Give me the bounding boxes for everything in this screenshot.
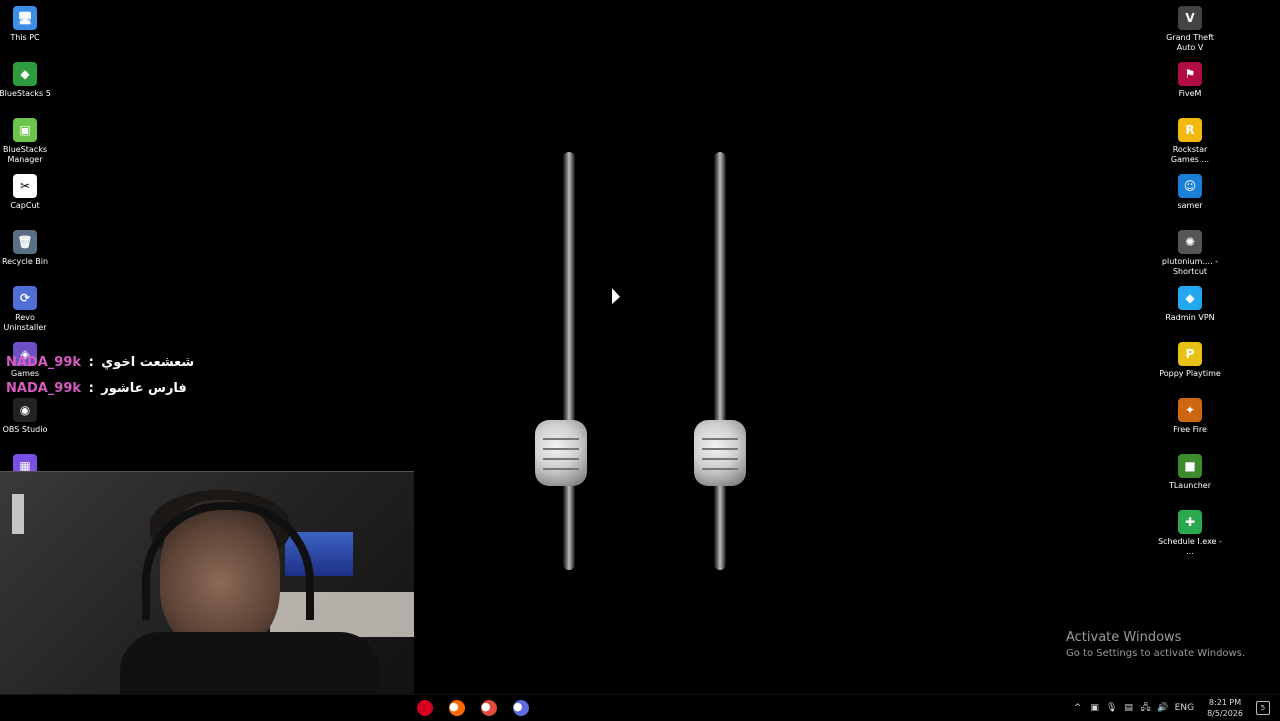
app-partial-icon [417, 700, 433, 716]
taskbar-app-app-partial[interactable] [414, 697, 436, 719]
clock[interactable]: 8:21 PM 8/5/2026 [1207, 697, 1243, 719]
chat-separator: : [88, 381, 94, 396]
chat-overlay: NADA_99k : شعشعت اخوي NADA_99k : فارس عا… [6, 350, 194, 402]
system-tray: ^ ▣ 🎙 ▤ 🖧 🔊 ENG 8:21 PM 8/5/2026 5 [1073, 695, 1270, 721]
desktop-icon-image: 🗑 [13, 230, 37, 254]
desktop-icon-label: Recycle Bin [1, 257, 49, 266]
taskbar-app-chrome-profile[interactable]: ● [510, 697, 532, 719]
activate-windows-watermark: Activate Windows Go to Settings to activ… [1066, 630, 1245, 659]
desktop-icon-image: ◆ [1178, 286, 1202, 310]
tray-device-icon[interactable]: ▤ [1124, 703, 1134, 713]
desktop-icon-image: ✦ [1178, 398, 1202, 422]
chat-user: NADA_99k [6, 381, 82, 396]
desktop-icon-image: ◆ [13, 62, 37, 86]
desktop-icon-right-0[interactable]: V Grand Theft Auto V [1158, 6, 1222, 53]
desktop-icon-right-8[interactable]: ■ TLauncher [1158, 454, 1222, 491]
desktop-icon-left-2[interactable]: ▣ BlueStacks Manager [0, 118, 57, 165]
desktop-icon-label: plutonium.... - Shortcut [1161, 257, 1219, 276]
chat-text: شعشعت اخوي [101, 355, 195, 370]
desktop-icon-image: ✚ [1178, 510, 1202, 534]
wallpaper-bar-left [563, 152, 575, 570]
taskbar-app-color-app[interactable]: ● [446, 697, 468, 719]
wall-poster [12, 494, 24, 534]
taskbar-app-chrome[interactable]: ● [478, 697, 500, 719]
desktop-icon-image: ⚑ [1178, 62, 1202, 86]
desktop-icon-image: ■ [1178, 454, 1202, 478]
tray-app-icon[interactable]: ▣ [1090, 703, 1100, 713]
desktop-icon-label: Free Fire [1173, 425, 1207, 434]
desktop-icon-left-4[interactable]: 🗑 Recycle Bin [0, 230, 57, 267]
chat-separator: : [88, 355, 94, 370]
desktop-icon-image: P [1178, 342, 1202, 366]
webcam-feed [0, 471, 414, 695]
desktop-icon-label: FiveM [1178, 89, 1202, 98]
language-indicator[interactable]: ENG [1175, 703, 1194, 713]
notification-center-icon[interactable]: 5 [1256, 701, 1270, 715]
desktop-icon-label: BlueStacks Manager [2, 145, 48, 164]
desktop-icon-label: Grand Theft Auto V [1166, 33, 1214, 52]
notification-count: 5 [1260, 704, 1266, 712]
desktop-icon-image: ☺ [1178, 174, 1202, 198]
desktop-icon-right-5[interactable]: ◆ Radmin VPN [1158, 286, 1222, 323]
network-icon[interactable]: 🖧 [1141, 703, 1151, 713]
chrome-icon: ● [481, 700, 497, 716]
desktop-icon-label: Schedule I.exe - ... [1158, 537, 1222, 556]
clock-time: 8:21 PM [1208, 698, 1242, 707]
desktop-icon-label: Rockstar Games ... [1170, 145, 1210, 164]
taskbar: ● ● ● ^ ▣ 🎙 ▤ 🖧 🔊 ENG 8:21 PM 8/5/2026 5 [0, 694, 1280, 721]
chat-message: NADA_99k : فارس عاشور [6, 376, 194, 402]
chat-text: فارس عاشور [101, 381, 187, 396]
desktop-icon-label: Poppy Playtime [1159, 369, 1221, 378]
desktop: 🖥 This PC ◆ BlueStacks 5 ▣ BlueStacks Manager… [0, 0, 1280, 695]
desktop-icon-left-7[interactable]: ◉ OBS Studio [0, 398, 57, 435]
color-app-icon: ● [449, 700, 465, 716]
desktop-icon-image: 🖥 [13, 6, 37, 30]
desktop-icon-label: CapCut [10, 201, 40, 210]
wallpaper-hand-left [535, 420, 587, 486]
tray-overflow-chevron-icon[interactable]: ^ [1073, 703, 1083, 713]
desktop-icon-image: ⟳ [13, 286, 37, 310]
desktop-icon-left-3[interactable]: ✂ CapCut [0, 174, 57, 211]
mouse-cursor [612, 288, 620, 308]
desktop-icon-right-7[interactable]: ✦ Free Fire [1158, 398, 1222, 435]
desktop-icon-label: samer [1177, 201, 1203, 210]
desktop-icon-right-6[interactable]: P Poppy Playtime [1158, 342, 1222, 379]
desktop-icon-image: R [1178, 118, 1202, 142]
taskbar-apps: ● ● ● [414, 695, 532, 721]
desktop-icon-left-0[interactable]: 🖥 This PC [0, 6, 57, 43]
desktop-icon-label: BlueStacks 5 [0, 89, 51, 98]
desktop-icon-image: V [1178, 6, 1202, 30]
clock-date: 8/5/2026 [1207, 709, 1243, 718]
desktop-icon-image: ✂ [13, 174, 37, 198]
microphone-icon[interactable]: 🎙 [1106, 703, 1117, 713]
desktop-icon-right-1[interactable]: ⚑ FiveM [1158, 62, 1222, 99]
desktop-icon-right-9[interactable]: ✚ Schedule I.exe - ... [1158, 510, 1222, 557]
activate-subtitle: Go to Settings to activate Windows. [1066, 648, 1246, 659]
desktop-icon-left-1[interactable]: ◆ BlueStacks 5 [0, 62, 57, 99]
desktop-icon-label: Revo Uninstaller [3, 313, 47, 332]
desktop-icon-label: OBS Studio [2, 425, 48, 434]
chat-user: NADA_99k [6, 355, 82, 370]
chat-message: NADA_99k : شعشعت اخوي [6, 350, 194, 376]
desktop-icon-right-2[interactable]: R Rockstar Games ... [1158, 118, 1222, 165]
wallpaper-hand-right [694, 420, 746, 486]
desktop-icon-right-3[interactable]: ☺ samer [1158, 174, 1222, 211]
person-shirt [120, 632, 380, 695]
desktop-icon-left-5[interactable]: ⟳ Revo Uninstaller [0, 286, 57, 333]
volume-icon[interactable]: 🔊 [1157, 703, 1168, 713]
wallpaper-bar-right [714, 152, 726, 570]
desktop-icon-image: ▣ [13, 118, 37, 142]
chrome-profile-icon: ● [513, 700, 529, 716]
desktop-icon-label: TLauncher [1168, 481, 1212, 490]
desktop-icon-right-4[interactable]: ✺ plutonium.... - Shortcut [1158, 230, 1222, 277]
desktop-icon-label: Radmin VPN [1165, 313, 1215, 322]
desktop-icon-label: This PC [10, 33, 40, 42]
activate-title: Activate Windows [1066, 630, 1182, 645]
desktop-icon-image: ✺ [1178, 230, 1202, 254]
